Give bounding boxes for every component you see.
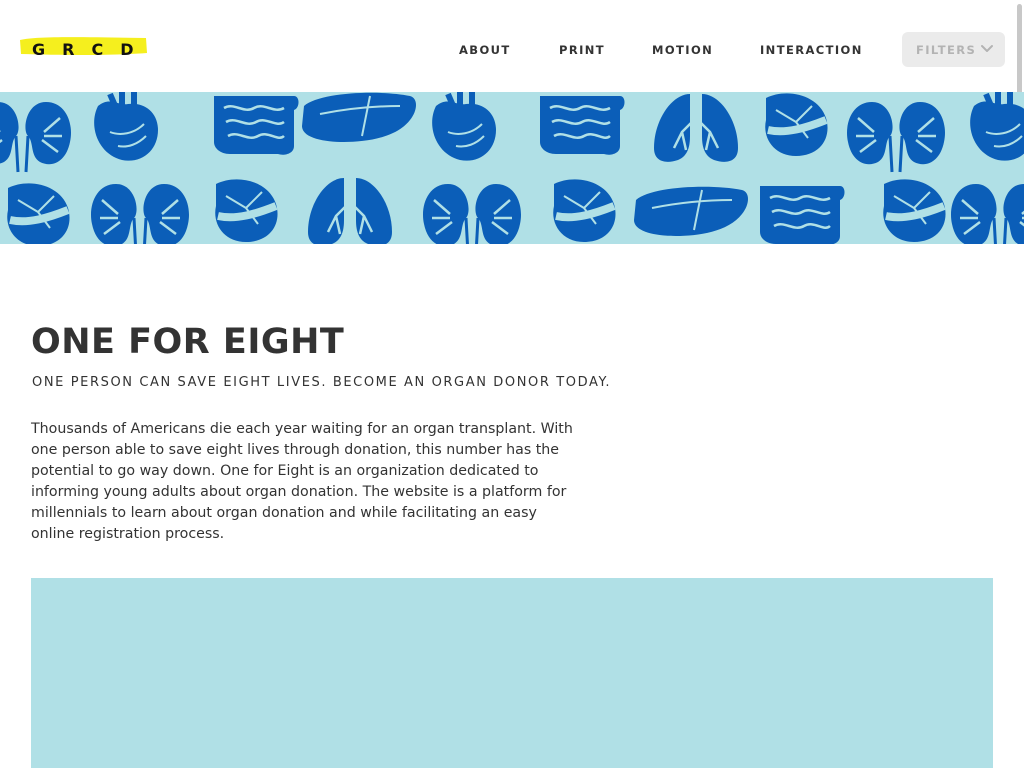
organ-pattern-illustration — [0, 92, 1024, 244]
chevron-down-icon — [981, 45, 993, 52]
project-description: Thousands of Americans die each year wai… — [31, 421, 573, 542]
nav-about[interactable]: ABOUT — [459, 43, 511, 57]
site-header: GRCD ABOUT PRINT MOTION INTERACTION FILT… — [0, 0, 1024, 92]
organ-pattern-banner — [0, 92, 1024, 244]
page-subtitle: ONE PERSON CAN SAVE EIGHT LIVES. BECOME … — [32, 375, 612, 390]
filters-label: FILTERS — [916, 43, 977, 57]
filters-dropdown[interactable]: FILTERS — [902, 32, 1005, 67]
project-image-panel — [31, 578, 993, 768]
nav-interaction[interactable]: INTERACTION — [760, 43, 863, 57]
main-nav: ABOUT PRINT MOTION INTERACTION — [0, 43, 1024, 59]
page-title: ONE FOR EIGHT — [31, 322, 345, 362]
nav-print[interactable]: PRINT — [559, 43, 605, 57]
nav-motion[interactable]: MOTION — [652, 43, 713, 57]
